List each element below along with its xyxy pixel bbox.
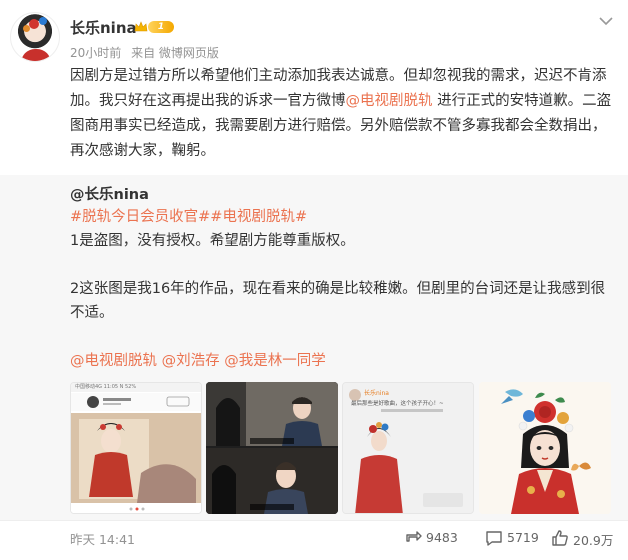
chevron-down-icon[interactable] <box>598 16 614 26</box>
like-count: 20.9万 <box>573 533 614 548</box>
post-footer: 昨天 14:41 9483 5719 20.9万 <box>0 520 628 560</box>
badge-level: 1 <box>148 21 174 33</box>
repost-text: #脱轨今日会员收官##电视剧脱轨# 1是盗图，没有授权。希望剧方能尊重版权。 2… <box>70 205 610 373</box>
repost-spacer <box>70 253 610 277</box>
comment-icon <box>486 531 502 546</box>
avatar-flower-red <box>29 19 39 29</box>
mention-link[interactable]: @电视剧脱轨 <box>346 93 433 109</box>
repost-line1: 1是盗图，没有授权。希望剧方能尊重版权。 <box>70 233 355 249</box>
comment-button[interactable]: 5719 <box>485 528 545 548</box>
avatar-flower-blue <box>39 17 47 25</box>
thumb3-username: 长乐nina <box>364 390 389 397</box>
thumbnail-illustration[interactable] <box>479 382 611 514</box>
repost-button[interactable]: 9483 <box>404 528 464 548</box>
repost-time[interactable]: 昨天 14:41 <box>70 529 135 548</box>
avatar-robe <box>21 49 51 61</box>
thumbnail-drama-stills[interactable] <box>206 382 338 514</box>
repost-author[interactable]: @长乐nina <box>70 183 149 204</box>
post-source: 来自 微博网页版 <box>131 46 219 60</box>
repost-line2: 2这张图是我16年的作品，现在看来的确是比较稚嫩。但剧里的台词还是让我感到很不适… <box>70 281 606 321</box>
hashtags-link[interactable]: #脱轨今日会员收官##电视剧脱轨# <box>70 205 610 229</box>
image-thumbnails: 中国移动4G 11:05 N 52% 长乐nina 最后那些是好歌曲，这个孩子开… <box>70 382 615 514</box>
post-time[interactable]: 20小时前 <box>70 46 121 60</box>
illustration-image <box>479 382 611 514</box>
post-header: 长乐nina 1 20小时前 来自 微博网页版 <box>0 0 628 70</box>
repost-spacer <box>70 325 610 349</box>
thumbnail-phone-screenshot[interactable]: 中国移动4G 11:05 N 52% <box>70 382 202 514</box>
repost-icon <box>406 531 422 542</box>
thumbnail-weibo-screenshot[interactable]: 长乐nina 最后那些是好歌曲，这个孩子开心！~ <box>342 382 474 514</box>
post-meta: 20小时前 来自 微博网页版 <box>70 44 225 61</box>
thumb3-caption: 最后那些是好歌曲，这个孩子开心！~ <box>351 401 444 407</box>
crown-icon <box>134 21 148 32</box>
avatar-flower-orange <box>23 25 30 32</box>
avatar[interactable] <box>10 12 60 62</box>
drama-stills-image <box>206 382 338 514</box>
repost-block[interactable]: @长乐nina #脱轨今日会员收官##电视剧脱轨# 1是盗图，没有授权。希望剧方… <box>0 175 628 520</box>
repost-count: 9483 <box>426 530 458 545</box>
user-level-badge[interactable]: 1 <box>134 19 176 35</box>
post-text: 因剧方是过错方所以希望他们主动添加我表达诚意。但却忽视我的需求，迟迟不肯添加。我… <box>70 64 618 164</box>
like-button[interactable]: 20.9万 <box>551 528 621 548</box>
username[interactable]: 长乐nina <box>70 17 137 38</box>
comment-count: 5719 <box>507 530 539 545</box>
thumb1-status-text: 中国移动4G 11:05 N 52% <box>75 384 137 390</box>
phone-screenshot-image <box>71 383 201 513</box>
mentions-link[interactable]: @电视剧脱轨 @刘浩存 @我是林一同学 <box>70 349 610 373</box>
thumbs-up-icon <box>552 530 568 546</box>
